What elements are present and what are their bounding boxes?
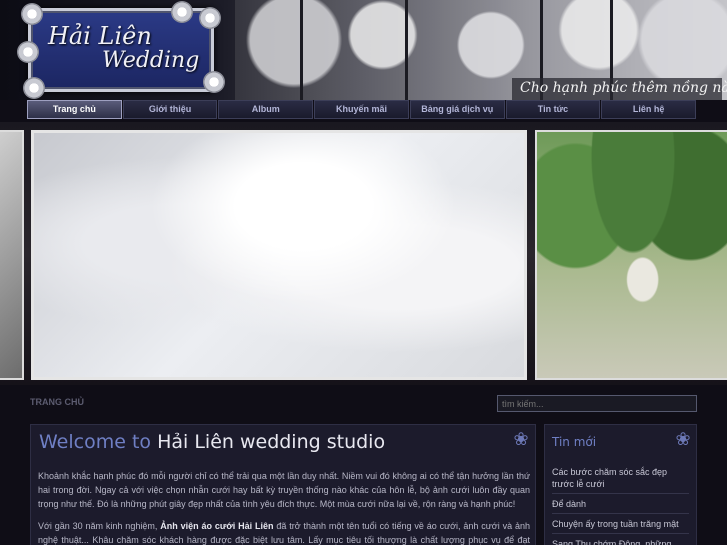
nav-item-about[interactable]: Giới thiệu [122, 100, 218, 119]
logo-text-line1: Hải Liên [48, 22, 152, 50]
sidebar-title: Tin mới [552, 435, 597, 449]
news-item[interactable]: Các bước chăm sóc sắc đẹp trước lễ cưới [552, 465, 689, 494]
photo-gallery-slider [0, 122, 727, 385]
header-slogan: Cho hạnh phúc thêm nồng nàn [512, 78, 727, 100]
nav-item-pricing[interactable]: Bảng giá dịch vụ [409, 100, 505, 119]
header-photo-divider [405, 0, 408, 100]
news-item[interactable]: Để dành [552, 497, 689, 514]
nav-item-home[interactable]: Trang chủ [27, 100, 122, 119]
logo-flower-icon [199, 7, 221, 29]
nav-item-contact[interactable]: Liên hệ [601, 100, 697, 119]
main-navigation: Trang chủ Giới thiệu Album Khuyến mãi Bả… [27, 100, 697, 119]
welcome-title-studio-name: Hải Liên wedding studio [157, 431, 386, 453]
welcome-title-prefix: Welcome to [39, 431, 152, 453]
welcome-title: Welcome to Hải Liên wedding studio [39, 431, 385, 453]
news-item[interactable]: Chuyện ấy trong tuần trăng mật [552, 517, 689, 534]
gallery-previous-photo[interactable] [0, 130, 24, 380]
welcome-paragraph-text: Với gần 30 năm kinh nghiệm, [38, 521, 161, 531]
gallery-next-photo[interactable] [535, 130, 727, 380]
news-item[interactable]: Sang Thu chớm Đông, những [552, 537, 689, 545]
welcome-body: Khoảnh khắc hạnh phúc đó mỗi người chỉ c… [38, 469, 530, 545]
flower-icon: ❀ [675, 429, 691, 449]
welcome-paragraph: Với gần 30 năm kinh nghiệm, Ảnh viện áo … [38, 519, 530, 545]
logo-flower-icon [23, 77, 45, 99]
nav-item-promotions[interactable]: Khuyến mãi [314, 100, 409, 119]
welcome-section: Welcome to Hải Liên wedding studio ❀ Kho… [30, 424, 536, 545]
news-list: Các bước chăm sóc sắc đẹp trước lễ cưới … [552, 465, 689, 545]
logo-flower-icon [21, 3, 43, 25]
nav-item-news[interactable]: Tin tức [505, 100, 601, 119]
site-header: Hải Liên Wedding Cho hạnh phúc thêm nồng… [0, 0, 727, 100]
studio-name-bold: Ảnh viện áo cưới Hải Liên [160, 521, 274, 531]
breadcrumb[interactable]: TRANG CHỦ [30, 397, 84, 407]
news-sidebar: Tin mới ❀ Các bước chăm sóc sắc đẹp trướ… [544, 424, 697, 545]
logo-flower-icon [171, 1, 193, 23]
logo-flower-icon [17, 41, 39, 63]
welcome-paragraph: Khoảnh khắc hạnh phúc đó mỗi người chỉ c… [38, 471, 530, 509]
gallery-main-photo[interactable] [31, 130, 527, 380]
header-photo-divider [300, 0, 303, 100]
flower-icon: ❀ [513, 429, 529, 449]
search-input[interactable] [497, 395, 697, 412]
nav-item-album[interactable]: Album [218, 100, 314, 119]
logo-text-line2: Wedding [102, 48, 200, 73]
logo-flower-icon [203, 71, 225, 93]
